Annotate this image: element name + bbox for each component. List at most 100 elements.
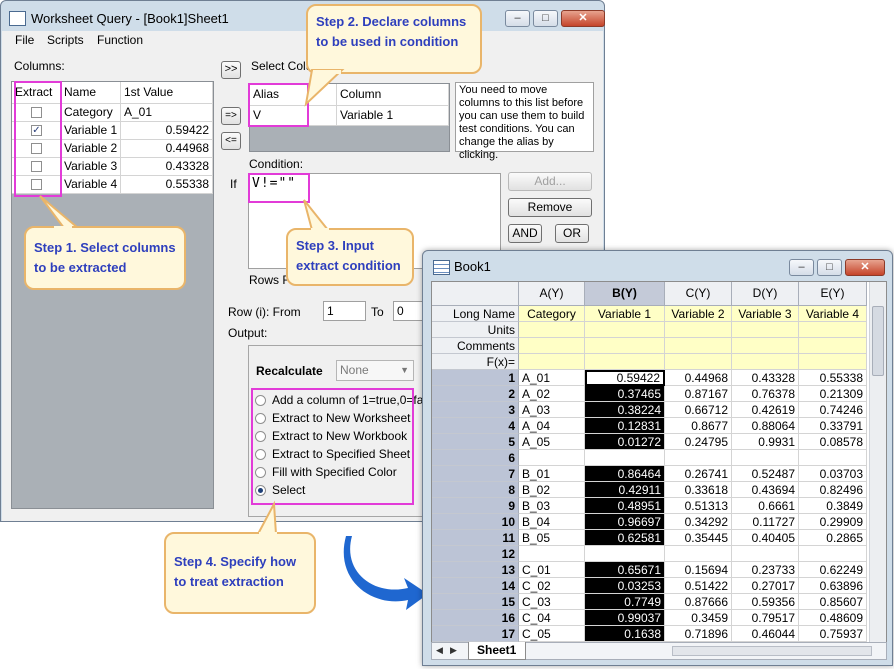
- data-cell[interactable]: 0.62581: [585, 530, 665, 546]
- meta-cell[interactable]: [585, 322, 665, 338]
- meta-cell[interactable]: [799, 322, 867, 338]
- data-cell[interactable]: 0.33791: [799, 418, 867, 434]
- data-cell[interactable]: 0.7749: [585, 594, 665, 610]
- meta-cell[interactable]: [799, 338, 867, 354]
- data-cell[interactable]: C_04: [519, 610, 585, 626]
- col-header-e[interactable]: E(Y): [799, 282, 867, 306]
- data-cell[interactable]: 0.75937: [799, 626, 867, 642]
- row-header[interactable]: 3: [432, 402, 519, 418]
- data-cell[interactable]: 0.33618: [665, 482, 732, 498]
- data-cell[interactable]: 0.76378: [732, 386, 799, 402]
- data-cell[interactable]: 0.1638: [585, 626, 665, 642]
- data-cell[interactable]: 0.46044: [732, 626, 799, 642]
- recalculate-select[interactable]: None ▼: [336, 360, 414, 381]
- row-header[interactable]: 15: [432, 594, 519, 610]
- data-cell[interactable]: 0.9931: [732, 434, 799, 450]
- data-cell[interactable]: B_05: [519, 530, 585, 546]
- col-header-b[interactable]: B(Y): [585, 282, 665, 306]
- meta-cell[interactable]: [799, 354, 867, 370]
- data-cell[interactable]: [519, 450, 585, 466]
- move-right-button[interactable]: =>: [221, 107, 241, 125]
- data-cell[interactable]: 0.21309: [799, 386, 867, 402]
- data-cell[interactable]: 0.27017: [732, 578, 799, 594]
- data-cell[interactable]: [732, 546, 799, 562]
- data-cell[interactable]: 0.42619: [732, 402, 799, 418]
- book-maximize-icon[interactable]: □: [817, 259, 842, 276]
- row-header[interactable]: 2: [432, 386, 519, 402]
- data-cell[interactable]: 0.12831: [585, 418, 665, 434]
- data-cell[interactable]: 0.6661: [732, 498, 799, 514]
- row-from-input[interactable]: 1: [323, 301, 366, 321]
- data-cell[interactable]: A_03: [519, 402, 585, 418]
- data-cell[interactable]: 0.48951: [585, 498, 665, 514]
- tab-next-icon[interactable]: ▶: [450, 645, 457, 656]
- data-cell[interactable]: 0.03703: [799, 466, 867, 482]
- long-name-cell[interactable]: Variable 3: [732, 306, 799, 322]
- data-cell[interactable]: 0.51422: [665, 578, 732, 594]
- row-header[interactable]: 14: [432, 578, 519, 594]
- menu-file[interactable]: File: [15, 33, 34, 47]
- close-icon[interactable]: ✕: [561, 10, 605, 27]
- data-cell[interactable]: C_01: [519, 562, 585, 578]
- data-cell[interactable]: [799, 546, 867, 562]
- move-left-button[interactable]: <=: [221, 132, 241, 150]
- meta-cell[interactable]: [665, 322, 732, 338]
- data-cell[interactable]: 0.48609: [799, 610, 867, 626]
- data-cell[interactable]: B_01: [519, 466, 585, 482]
- data-cell[interactable]: 0.88064: [732, 418, 799, 434]
- data-cell[interactable]: 0.26741: [665, 466, 732, 482]
- data-cell[interactable]: 0.87666: [665, 594, 732, 610]
- data-cell[interactable]: 0.37465: [585, 386, 665, 402]
- data-cell[interactable]: 0.52487: [732, 466, 799, 482]
- col-header-name[interactable]: Name: [61, 82, 121, 104]
- data-cell[interactable]: [519, 546, 585, 562]
- data-cell[interactable]: C_05: [519, 626, 585, 642]
- row-header[interactable]: 10: [432, 514, 519, 530]
- row-header[interactable]: 1: [432, 370, 519, 386]
- row-header[interactable]: 17: [432, 626, 519, 642]
- data-cell[interactable]: C_02: [519, 578, 585, 594]
- data-cell[interactable]: 0.29909: [799, 514, 867, 530]
- data-cell[interactable]: 0.03253: [585, 578, 665, 594]
- row-header[interactable]: 12: [432, 546, 519, 562]
- data-cell[interactable]: C_03: [519, 594, 585, 610]
- data-cell[interactable]: [585, 546, 665, 562]
- data-cell[interactable]: 0.96697: [585, 514, 665, 530]
- col-header-c[interactable]: C(Y): [665, 282, 732, 306]
- data-cell[interactable]: 0.79517: [732, 610, 799, 626]
- maximize-icon[interactable]: □: [533, 10, 558, 27]
- data-cell[interactable]: B_03: [519, 498, 585, 514]
- row-header[interactable]: 4: [432, 418, 519, 434]
- row-header[interactable]: 13: [432, 562, 519, 578]
- meta-cell[interactable]: [732, 338, 799, 354]
- book-minimize-icon[interactable]: –: [789, 259, 814, 276]
- data-cell[interactable]: A_01: [519, 370, 585, 386]
- row-header[interactable]: 5: [432, 434, 519, 450]
- tab-prev-icon[interactable]: ◀: [436, 645, 443, 656]
- corner-cell[interactable]: [432, 282, 519, 306]
- data-cell[interactable]: 0.3459: [665, 610, 732, 626]
- and-button[interactable]: AND: [508, 224, 542, 243]
- meta-cell[interactable]: [732, 322, 799, 338]
- long-name-cell[interactable]: Variable 4: [799, 306, 867, 322]
- data-cell[interactable]: 0.59422: [585, 370, 665, 386]
- row-to-input[interactable]: 0: [393, 301, 425, 321]
- scroll-thumb[interactable]: [872, 306, 884, 376]
- data-cell[interactable]: 0.23733: [732, 562, 799, 578]
- data-cell[interactable]: 0.85607: [799, 594, 867, 610]
- data-cell[interactable]: 0.08578: [799, 434, 867, 450]
- data-cell[interactable]: [585, 450, 665, 466]
- data-cell[interactable]: 0.87167: [665, 386, 732, 402]
- row-header[interactable]: 7: [432, 466, 519, 482]
- data-cell[interactable]: 0.35445: [665, 530, 732, 546]
- data-cell[interactable]: 0.82496: [799, 482, 867, 498]
- data-cell[interactable]: 0.01272: [585, 434, 665, 450]
- data-cell[interactable]: 0.71896: [665, 626, 732, 642]
- long-name-cell[interactable]: Variable 2: [665, 306, 732, 322]
- data-cell[interactable]: 0.43694: [732, 482, 799, 498]
- vertical-scrollbar[interactable]: ▼: [869, 282, 886, 658]
- add-all-button[interactable]: >>: [221, 61, 241, 79]
- col-header-d[interactable]: D(Y): [732, 282, 799, 306]
- meta-cell[interactable]: [585, 354, 665, 370]
- row-header[interactable]: 16: [432, 610, 519, 626]
